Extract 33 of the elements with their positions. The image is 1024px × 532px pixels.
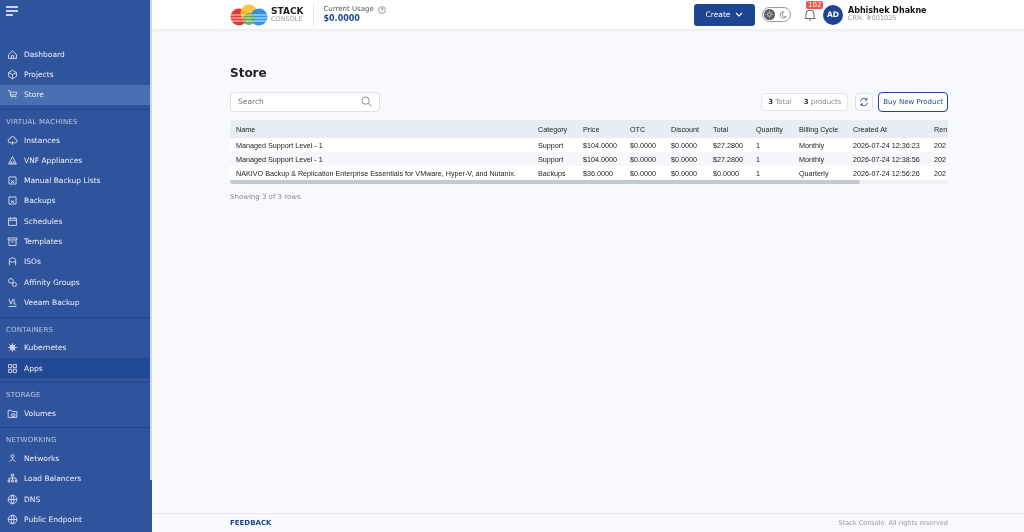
- refresh-button[interactable]: [855, 92, 874, 111]
- chevron-down-icon: [735, 12, 744, 17]
- globe-icon: [7, 514, 18, 525]
- menu-icon[interactable]: [5, 6, 19, 16]
- folder-icon: [7, 407, 18, 419]
- moon-icon: [779, 10, 787, 19]
- hierarchy-icon: [7, 473, 18, 485]
- circles-icon: [7, 276, 18, 288]
- letter-mark-icon: [7, 296, 18, 308]
- grid-icon: [7, 362, 18, 374]
- box-icon: [7, 195, 18, 207]
- help-icon[interactable]: [377, 5, 386, 14]
- cloud-icon: [7, 134, 18, 146]
- page-title: Store: [230, 66, 268, 80]
- archive-icon: [7, 236, 18, 247]
- logo-name: STACK: [271, 6, 304, 16]
- wheel-icon: [7, 342, 18, 354]
- box-icon: [7, 175, 18, 187]
- calendar-icon: [7, 215, 18, 227]
- horizontal-scrollbar[interactable]: [230, 180, 860, 184]
- triangle-icon: [7, 154, 18, 166]
- sun-icon: [764, 9, 775, 20]
- sidebar-scrollbar[interactable]: [150, 0, 152, 480]
- user-name: Abhishek Dhakne: [848, 5, 928, 15]
- usage-value: $0.0000: [323, 13, 361, 24]
- logo-icon: [229, 3, 269, 26]
- search-icon: [361, 96, 372, 107]
- globe-icon: [7, 493, 18, 505]
- home-icon: [7, 48, 18, 60]
- refresh-icon: [859, 96, 870, 107]
- bell-icon[interactable]: [804, 8, 816, 21]
- cart-icon: [7, 89, 18, 101]
- cube-icon: [7, 68, 18, 80]
